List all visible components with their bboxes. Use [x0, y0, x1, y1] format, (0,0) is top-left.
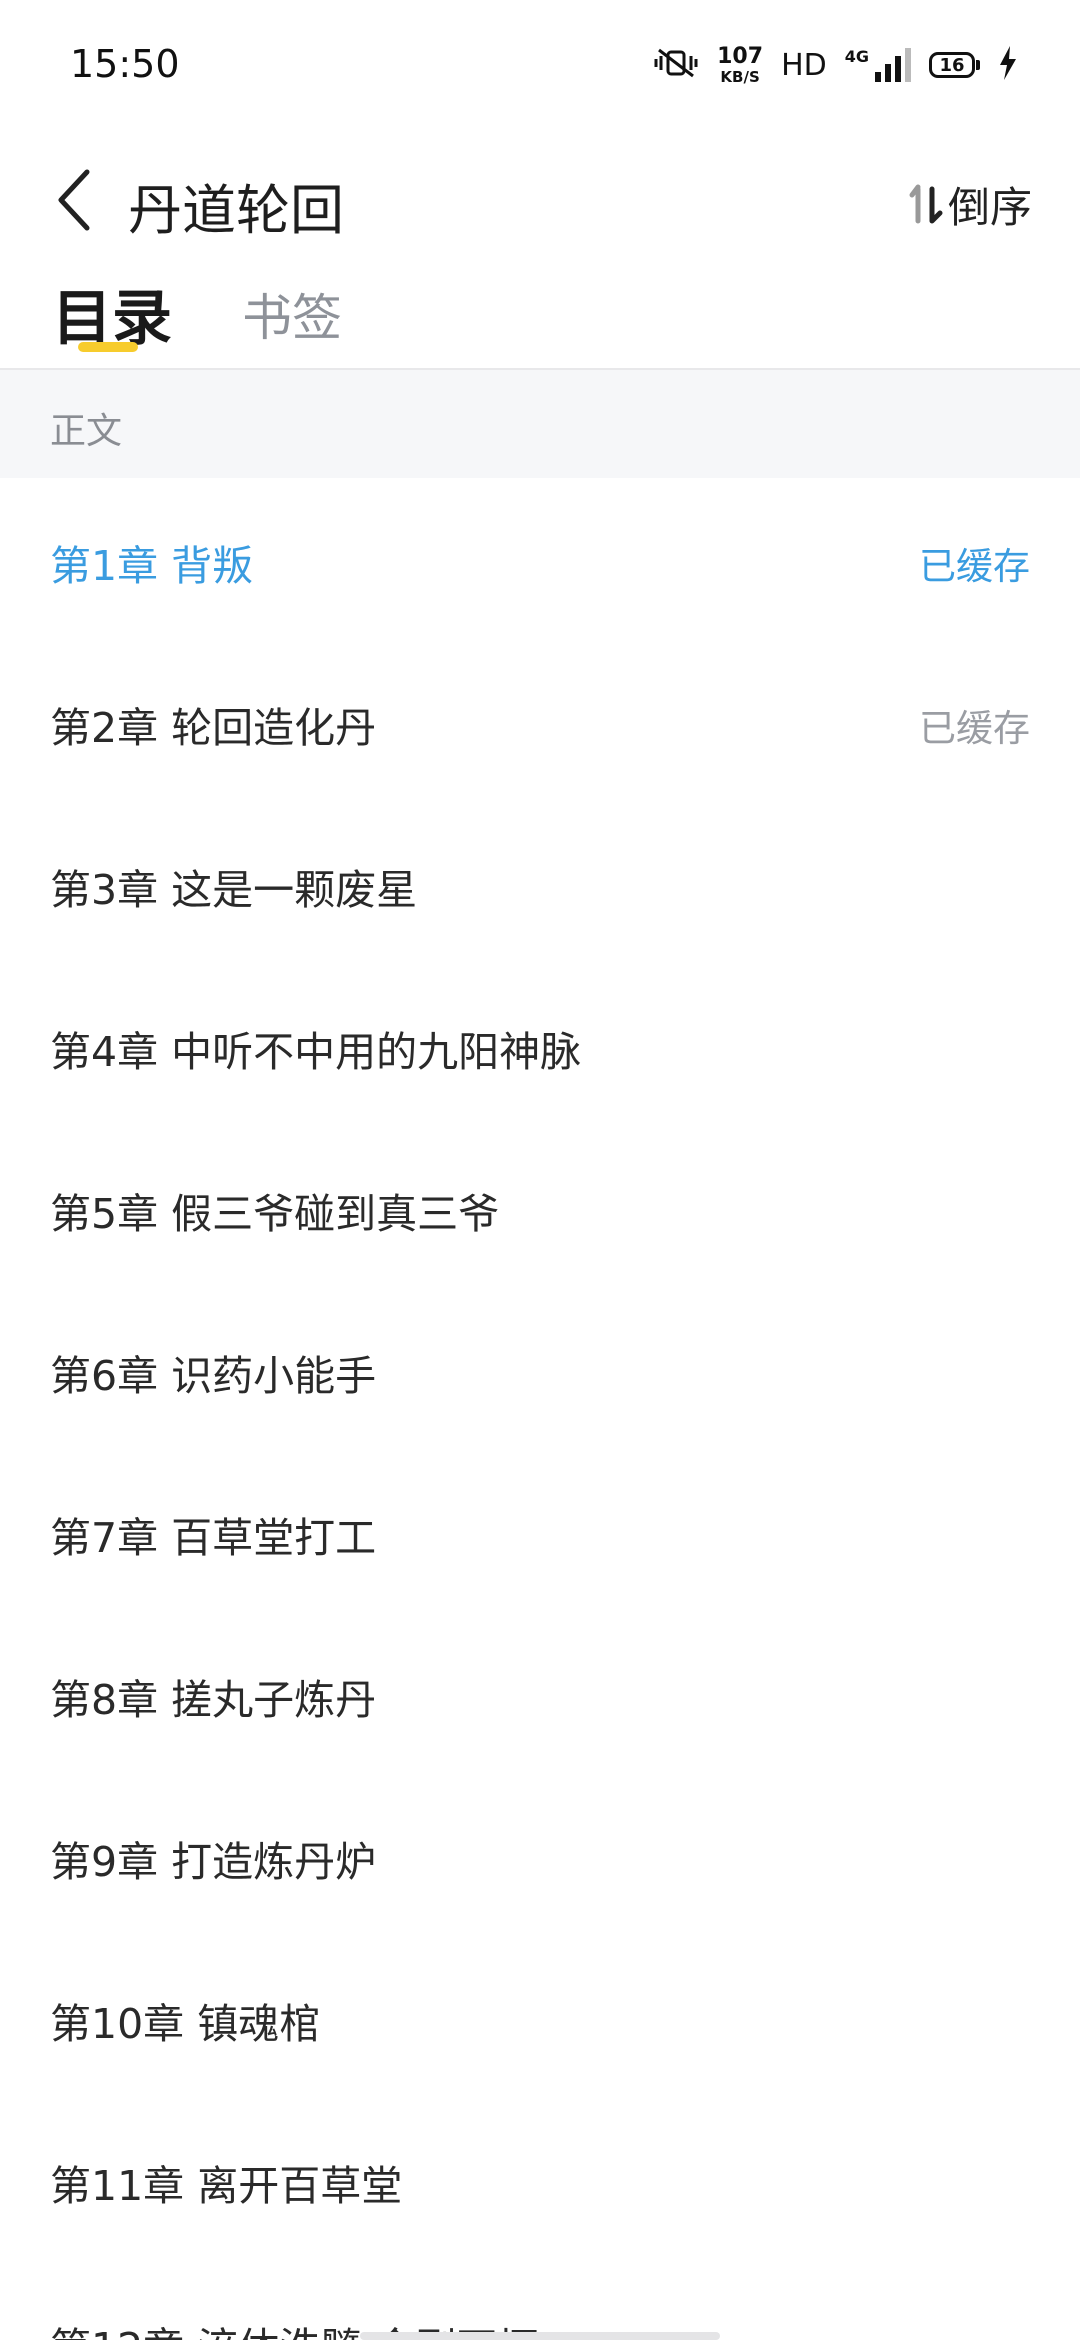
charging-icon: [998, 46, 1018, 84]
status-bar: 15:50 107 KB/S HD 4G 16: [0, 0, 1080, 130]
tab-bar: 目录 书签: [0, 270, 1080, 370]
hd-indicator: HD: [781, 47, 827, 83]
chapter-item[interactable]: 第11章 离开百草堂: [0, 2098, 1080, 2260]
status-time: 15:50: [70, 42, 180, 86]
page-title: 丹道轮回: [128, 179, 344, 242]
chapter-title: 第11章 离开百草堂: [50, 2162, 403, 2210]
chapter-title: 第5章 假三爷碰到真三爷: [50, 1190, 500, 1238]
sort-label: 倒序: [947, 183, 1032, 232]
chapter-item[interactable]: 第4章 中听不中用的九阳神脉: [0, 964, 1080, 1126]
app-header: 丹道轮回 倒序: [0, 130, 1080, 270]
chapter-title: 第3章 这是一颗废星: [50, 866, 418, 914]
chapter-title: 第4章 中听不中用的九阳神脉: [50, 1028, 582, 1076]
chapter-item[interactable]: 第6章 识药小能手: [0, 1288, 1080, 1450]
status-icons: 107 KB/S HD 4G 16: [653, 40, 1018, 90]
chapter-item[interactable]: 第7章 百草堂打工: [0, 1450, 1080, 1612]
section-title: 正文: [50, 411, 123, 452]
chapter-title: 第9章 打造炼丹炉: [50, 1838, 377, 1886]
chapter-title: 第8章 搓丸子炼丹: [50, 1676, 377, 1724]
network-type: 4G: [844, 46, 869, 66]
chapter-title: 第1章 背叛: [50, 542, 254, 590]
chapter-list[interactable]: 第1章 背叛 已缓存 第2章 轮回造化丹 已缓存 第3章 这是一颗废星 第4章 …: [0, 478, 1080, 2340]
battery-icon: 16: [929, 52, 980, 78]
signal-icon: [875, 48, 911, 82]
chapter-item[interactable]: 第3章 这是一颗废星: [0, 802, 1080, 964]
network-speed: 107 KB/S: [717, 43, 764, 86]
vibrate-off-icon: [653, 46, 699, 84]
chapter-title: 第7章 百草堂打工: [50, 1514, 377, 1562]
chapter-title: 第2章 轮回造化丹: [50, 704, 377, 752]
chevron-left-icon: [58, 169, 90, 231]
chapter-item[interactable]: 第1章 背叛 已缓存: [0, 478, 1080, 640]
chapter-title: 第10章 镇魂棺: [50, 2000, 321, 2048]
cached-badge: 已缓存: [919, 545, 1030, 588]
chapter-item[interactable]: 第8章 搓丸子炼丹: [0, 1612, 1080, 1774]
reverse-sort-button[interactable]: 倒序: [906, 174, 1032, 235]
cached-badge: 已缓存: [919, 707, 1030, 750]
chapter-item[interactable]: 第12章 淬体洗髓 金刚不坏: [0, 2260, 1080, 2340]
chapter-item[interactable]: 第9章 打造炼丹炉: [0, 1774, 1080, 1936]
chapter-title: 第6章 识药小能手: [50, 1352, 377, 1400]
tab-indicator: [78, 342, 138, 352]
tab-bookmarks[interactable]: 书签: [242, 278, 342, 374]
chapter-item[interactable]: 第5章 假三爷碰到真三爷: [0, 1126, 1080, 1288]
chapter-item[interactable]: 第10章 镇魂棺: [0, 1936, 1080, 2098]
section-header: 正文: [0, 370, 1080, 478]
sort-icon: [909, 184, 943, 223]
chapter-item[interactable]: 第2章 轮回造化丹 已缓存: [0, 640, 1080, 802]
back-button[interactable]: [40, 160, 110, 240]
home-indicator: [360, 2332, 720, 2340]
